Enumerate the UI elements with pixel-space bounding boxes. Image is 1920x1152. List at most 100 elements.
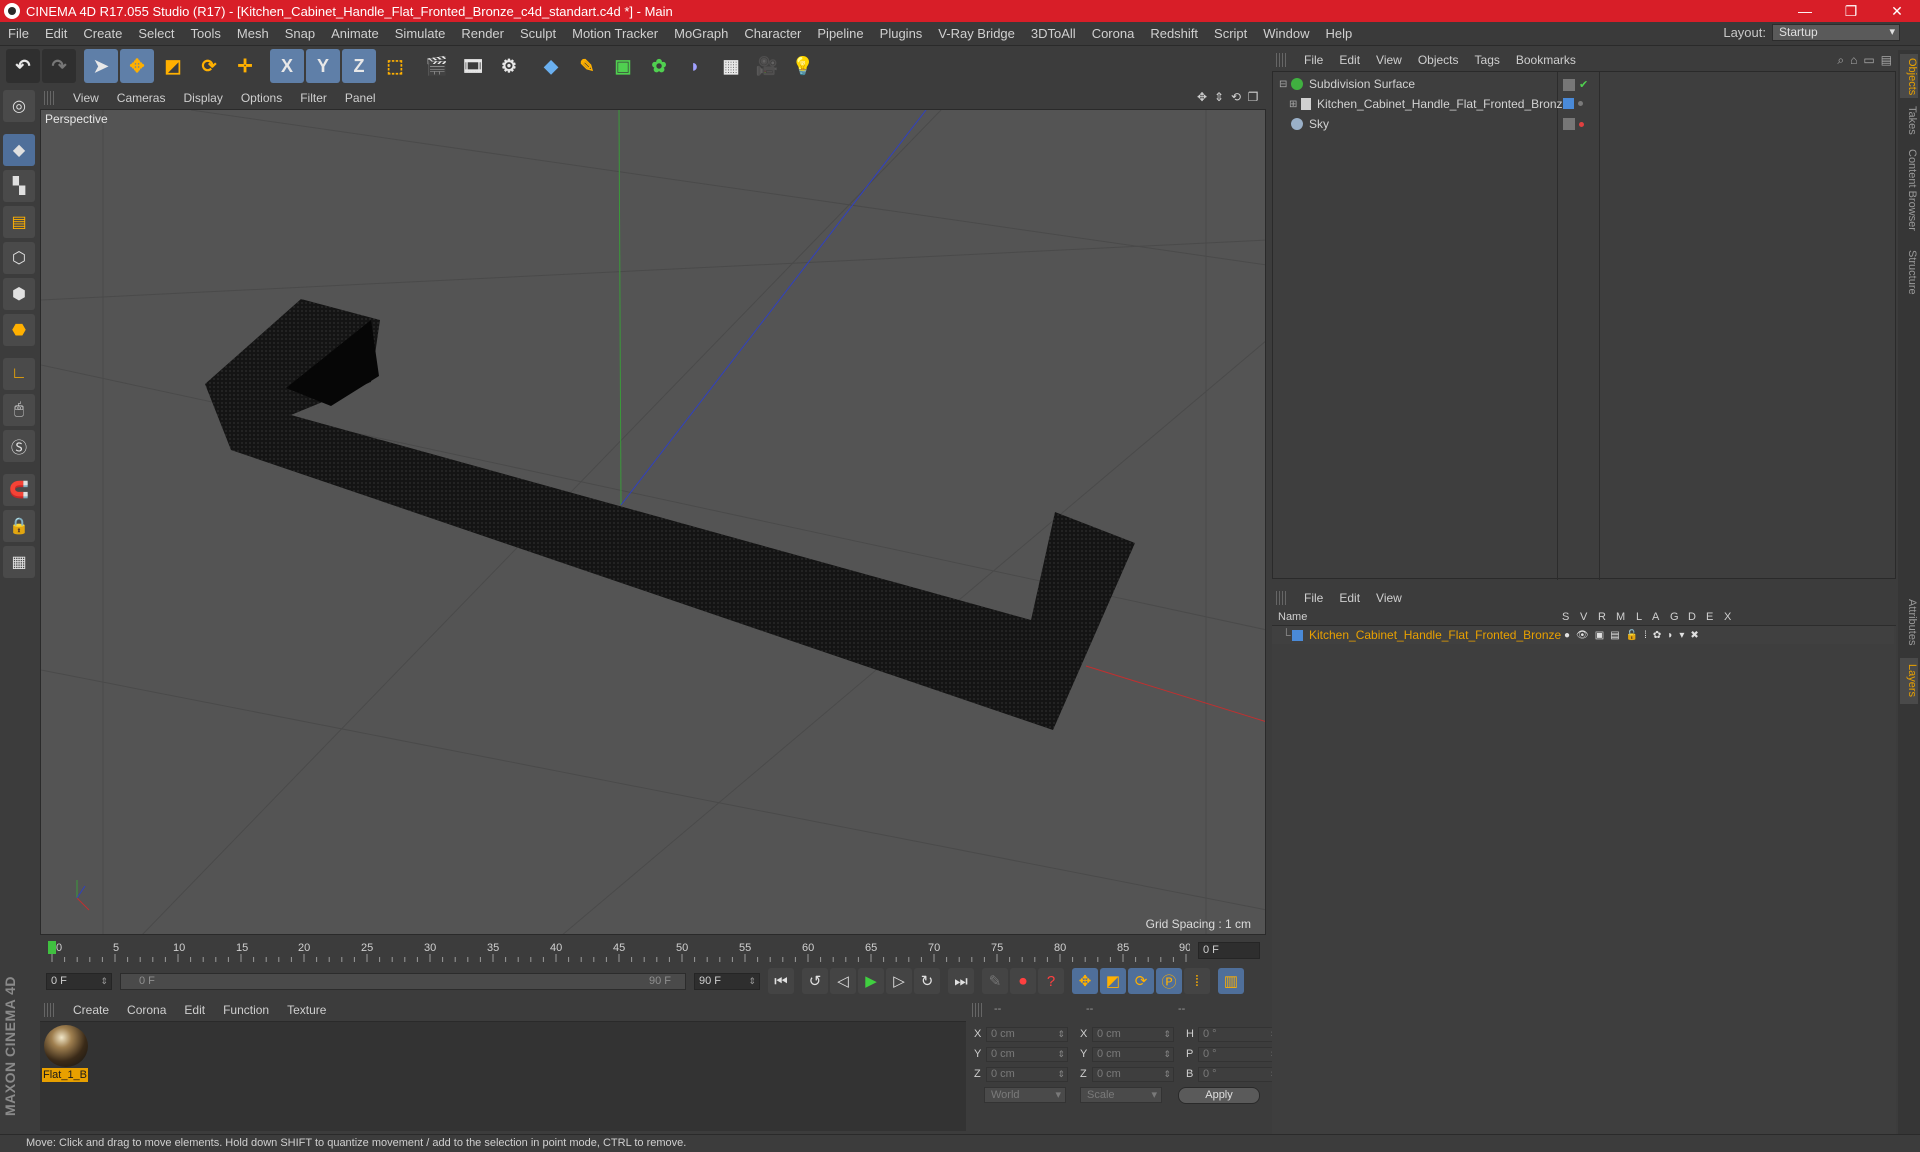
redo-icon[interactable]: ↷ — [42, 49, 76, 83]
layers-menu-edit[interactable]: Edit — [1331, 591, 1368, 605]
tab-takes[interactable]: Takes — [1900, 102, 1918, 136]
y-axis-lock-button[interactable]: Y — [306, 49, 340, 83]
menu-tools[interactable]: Tools — [183, 26, 229, 41]
viewport-menu-filter[interactable]: Filter — [291, 91, 336, 105]
rotation-b-field[interactable]: 0 ° — [1198, 1066, 1280, 1082]
apply-button[interactable]: Apply — [1178, 1087, 1260, 1104]
menu-create[interactable]: Create — [75, 26, 130, 41]
layer-row[interactable]: └ Kitchen_Cabinet_Handle_Flat_Fronted_Br… — [1272, 626, 1894, 644]
edit-render-settings-icon[interactable]: ⚙ — [492, 49, 526, 83]
menu-mograph[interactable]: MoGraph — [666, 26, 736, 41]
live-selection-icon[interactable]: ➤ — [84, 49, 118, 83]
solo-toggle-icon[interactable]: ● — [1564, 630, 1570, 641]
undo-icon[interactable]: ↶ — [6, 49, 40, 83]
menu-vray-bridge[interactable]: V-Ray Bridge — [930, 26, 1023, 41]
viewport-menu-display[interactable]: Display — [174, 91, 231, 105]
next-keyframe-icon[interactable]: ↻ — [914, 968, 940, 994]
objects-menu-file[interactable]: File — [1296, 53, 1331, 67]
menu-character[interactable]: Character — [736, 26, 809, 41]
object-name[interactable]: Sky — [1309, 117, 1329, 131]
material-menu-create[interactable]: Create — [64, 1003, 118, 1017]
size-z-field[interactable]: 0 cm — [1092, 1066, 1174, 1082]
mograph-cloner-icon[interactable]: ✿ — [642, 49, 676, 83]
maximize-button[interactable]: ❐ — [1828, 0, 1874, 22]
layer-tag-icon[interactable] — [1563, 78, 1575, 91]
size-x-field[interactable]: 0 cm — [1092, 1026, 1174, 1042]
render-to-picture-viewer-icon[interactable]: 🎞 — [456, 49, 490, 83]
menu-sculpt[interactable]: Sculpt — [512, 26, 564, 41]
visibility-dot-icon[interactable] — [1579, 121, 1584, 127]
objects-menu-bookmarks[interactable]: Bookmarks — [1508, 53, 1584, 67]
generators-toggle-icon[interactable]: ✿ — [1653, 630, 1661, 641]
cabinet-handle-mesh[interactable] — [205, 299, 1135, 730]
play-icon[interactable]: ▶ — [858, 968, 884, 994]
collapse-icon[interactable]: ⊟ — [1279, 79, 1287, 90]
layer-color-icon[interactable] — [1292, 629, 1303, 641]
xref-toggle-icon[interactable]: ✖ — [1690, 630, 1698, 641]
new-view-icon[interactable]: ▭ — [1863, 53, 1874, 68]
tab-structure[interactable]: Structure — [1900, 244, 1918, 300]
menu-render[interactable]: Render — [453, 26, 512, 41]
previous-frame-icon[interactable]: ◁ — [830, 968, 856, 994]
deformer-icon[interactable]: ◗ — [678, 49, 712, 83]
expressions-toggle-icon[interactable]: ▾ — [1679, 630, 1684, 641]
edges-mode-icon[interactable]: ⬢ — [3, 278, 35, 310]
position-z-field[interactable]: 0 cm — [986, 1066, 1068, 1082]
tab-objects[interactable]: Objects — [1900, 54, 1918, 98]
deformers-toggle-icon[interactable]: ◗ — [1667, 630, 1673, 641]
tab-content-browser[interactable]: Content Browser — [1900, 140, 1918, 240]
z-axis-lock-button[interactable]: Z — [342, 49, 376, 83]
object-row-sky[interactable]: Sky — [1273, 114, 1895, 134]
object-row-cabinet-handle[interactable]: ⊞ Kitchen_Cabinet_Handle_Flat_Fronted_Br… — [1273, 94, 1895, 114]
menu-simulate[interactable]: Simulate — [387, 26, 454, 41]
viewport-zoom-icon[interactable]: ⇕ — [1212, 90, 1226, 104]
material-menu-function[interactable]: Function — [214, 1003, 278, 1017]
objects-menu-objects[interactable]: Objects — [1410, 53, 1467, 67]
model-mode-icon[interactable]: ◆ — [3, 134, 35, 166]
menu-select[interactable]: Select — [130, 26, 182, 41]
object-row-subdivision-surface[interactable]: ⊟ Subdivision Surface ✔ — [1273, 74, 1895, 94]
previous-keyframe-icon[interactable]: ↺ — [802, 968, 828, 994]
timeline-ruler[interactable]: 0 5 10 15 20 25 30 35 40 45 50 55 60 65 … — [40, 936, 1266, 964]
planar-workplane-icon[interactable]: ▦ — [3, 546, 35, 578]
panel-grip-icon[interactable] — [44, 91, 56, 105]
render-view-icon[interactable]: 🎬 — [420, 49, 454, 83]
viewport-menu-options[interactable]: Options — [232, 91, 291, 105]
objects-menu-view[interactable]: View — [1368, 53, 1410, 67]
timeline-playhead[interactable] — [48, 941, 56, 954]
position-y-field[interactable]: 0 cm — [986, 1046, 1068, 1062]
tab-layers[interactable]: Layers — [1900, 658, 1918, 704]
layer-tag-icon[interactable] — [1563, 118, 1575, 130]
menu-script[interactable]: Script — [1206, 26, 1255, 41]
search-icon[interactable]: ⌕ — [1837, 53, 1844, 68]
go-to-end-icon[interactable]: ⏭ — [948, 968, 974, 994]
object-name[interactable]: Kitchen_Cabinet_Handle_Flat_Fronted_Bron… — [1317, 97, 1569, 111]
enabled-check-icon[interactable]: ✔ — [1579, 78, 1588, 91]
menu-edit[interactable]: Edit — [37, 26, 75, 41]
workplane-mode-icon[interactable]: ▤ — [3, 206, 35, 238]
size-y-field[interactable]: 0 cm — [1092, 1046, 1174, 1062]
menu-window[interactable]: Window — [1255, 26, 1317, 41]
material-thumbnail[interactable] — [44, 1025, 88, 1067]
coordinate-system-icon[interactable]: ⬚ — [378, 49, 412, 83]
layers-menu-file[interactable]: File — [1296, 591, 1331, 605]
x-axis-lock-button[interactable]: X — [270, 49, 304, 83]
pen-spline-icon[interactable]: ✎ — [570, 49, 604, 83]
objects-menu-tags[interactable]: Tags — [1467, 53, 1508, 67]
locked-workplane-icon[interactable]: 🔒 — [3, 510, 35, 542]
layers-menu-view[interactable]: View — [1368, 591, 1410, 605]
key-parameter-icon[interactable]: Ⓟ — [1156, 968, 1182, 994]
viewport-menu-view[interactable]: View — [64, 91, 108, 105]
end-frame-field[interactable]: 90 F ⇕ — [694, 973, 760, 990]
viewport-maximize-icon[interactable]: ❐ — [1246, 90, 1260, 104]
menu-corona[interactable]: Corona — [1084, 26, 1143, 41]
autokey-icon[interactable]: ⏺ — [1010, 968, 1036, 994]
camera-icon[interactable]: 🎥 — [750, 49, 784, 83]
menu-redshift[interactable]: Redshift — [1142, 26, 1206, 41]
start-frame-field[interactable]: 0 F ⇕ — [46, 973, 112, 990]
material-menu-edit[interactable]: Edit — [175, 1003, 214, 1017]
key-position-icon[interactable]: ✥ — [1072, 968, 1098, 994]
rotate-icon[interactable]: ⟳ — [192, 49, 226, 83]
key-scale-icon[interactable]: ◩ — [1100, 968, 1126, 994]
menu-animate[interactable]: Animate — [323, 26, 387, 41]
